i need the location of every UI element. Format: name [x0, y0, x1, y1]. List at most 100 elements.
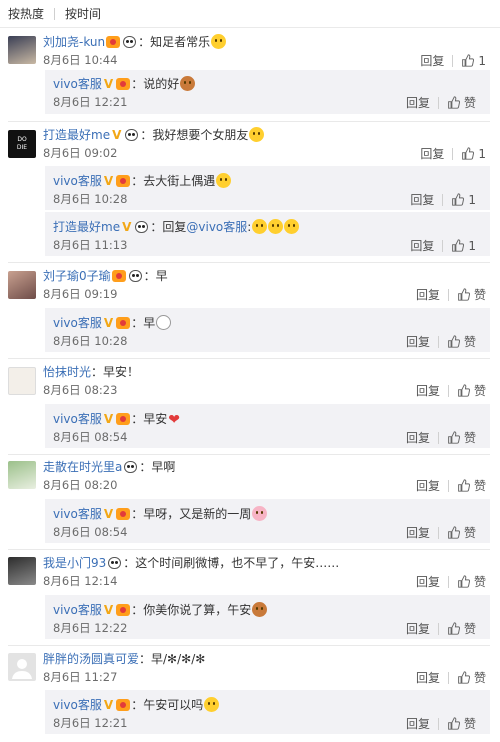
like-button[interactable]: 1 [461, 147, 486, 161]
sort-by-time-tab[interactable]: 按时间 [65, 5, 101, 22]
comment-time: 8月6日 09:19 [43, 287, 118, 301]
reply-username[interactable]: vivo客服 [53, 507, 102, 521]
thumbs-up-icon [452, 193, 465, 206]
reply-username[interactable]: vivo客服 [53, 603, 102, 617]
reply-button[interactable]: 回复 [416, 382, 440, 399]
divider [8, 121, 490, 122]
panda-badge-icon [128, 270, 142, 282]
action-divider [447, 575, 449, 588]
reply-time: 8月6日 08:54 [53, 525, 128, 539]
comment-username[interactable]: 胖胖的汤圆真可爱 [43, 652, 139, 666]
reply-button[interactable]: 回复 [406, 429, 430, 446]
verified-icon: V [103, 698, 114, 712]
verified-icon: V [122, 220, 132, 234]
reply-button[interactable]: 回复 [416, 669, 440, 686]
like-button[interactable]: 1 [451, 193, 476, 207]
action-divider [437, 526, 439, 539]
reply-time: 8月6日 08:54 [53, 430, 128, 444]
like-button[interactable]: 赞 [457, 382, 486, 399]
reply-box: vivo客服 V ：午安可以吗 8月6日 12:21 回复 赞 [45, 690, 490, 734]
like-button[interactable]: 赞 [457, 669, 486, 686]
reply-button[interactable]: 回复 [406, 620, 430, 637]
action-divider [447, 671, 449, 684]
reply-box: vivo客服 V ：说的好 8月6日 12:21 回复 赞 [45, 70, 490, 114]
comment-username[interactable]: 我是小门93 [43, 556, 106, 570]
reply-username[interactable]: 打造最好me [53, 220, 120, 234]
avatar[interactable] [8, 461, 36, 489]
like-button[interactable]: 赞 [447, 94, 476, 111]
divider [8, 262, 490, 263]
action-divider [452, 54, 454, 67]
divider [8, 549, 490, 550]
like-count: 1 [478, 146, 486, 161]
reply-button[interactable]: 回复 [416, 573, 440, 590]
verified-icon: V [112, 128, 122, 142]
crying-laugh-emoji-icon [252, 219, 268, 234]
crying-laugh-emoji-icon [284, 219, 300, 234]
avatar[interactable] [8, 557, 36, 585]
action-divider [452, 147, 454, 160]
like-button[interactable]: 赞 [447, 715, 476, 732]
avatar[interactable] [8, 271, 36, 299]
reply-button[interactable]: 回复 [406, 333, 430, 350]
medal-badge-icon [106, 36, 121, 48]
avatar[interactable]: DO DIE [8, 130, 36, 158]
comment-username[interactable]: 刘加尧-kun [43, 35, 105, 49]
like-count: 1 [468, 192, 476, 207]
heart-icon: ❤ [168, 412, 180, 428]
mention-link[interactable]: @vivo客服 [186, 220, 247, 234]
avatar[interactable] [8, 36, 36, 64]
reply-username[interactable]: vivo客服 [53, 412, 102, 426]
reply-button[interactable]: 回复 [420, 52, 444, 69]
reply-button[interactable]: 回复 [416, 286, 440, 303]
comment-username[interactable]: 怡抹时光 [43, 365, 91, 379]
food-emoji-icon [252, 602, 268, 617]
reply-time: 8月6日 12:22 [53, 621, 128, 635]
smirk-emoji-icon [216, 173, 232, 188]
comment-username[interactable]: 打造最好me [43, 128, 110, 142]
sort-by-hot-tab[interactable]: 按热度 [8, 5, 44, 22]
thumbs-up-icon [448, 335, 460, 348]
reply-username[interactable]: vivo客服 [53, 316, 102, 330]
comment-text: ：这个时间刷微博，也不早了，午安…… [123, 556, 340, 570]
like-button[interactable]: 赞 [457, 286, 486, 303]
medal-badge-icon [116, 699, 131, 711]
food-emoji-icon [180, 76, 196, 91]
reply-button[interactable]: 回复 [406, 94, 430, 111]
like-button[interactable]: 赞 [447, 429, 476, 446]
thumbs-up-icon [458, 288, 470, 301]
like-button[interactable]: 赞 [447, 620, 476, 637]
reply-text: ：早安 [131, 412, 168, 426]
like-button[interactable]: 赞 [447, 524, 476, 541]
comment-username[interactable]: 走散在时光里a [43, 460, 122, 474]
reply-username[interactable]: vivo客服 [53, 698, 102, 712]
reply-username[interactable]: vivo客服 [53, 174, 102, 188]
comment-time: 8月6日 11:27 [43, 670, 118, 684]
thumbs-up-icon [458, 671, 470, 684]
comment-time: 8月6日 08:20 [43, 478, 118, 492]
sort-bar: 按热度 按时间 [0, 0, 500, 28]
comment-username[interactable]: 刘子瑜0子瑜 [43, 269, 111, 283]
avatar[interactable] [8, 367, 36, 395]
medal-badge-icon [116, 508, 131, 520]
smile-emoji-icon [204, 697, 220, 712]
like-button[interactable]: 赞 [447, 333, 476, 350]
reply-button[interactable]: 回复 [406, 715, 430, 732]
like-button[interactable]: 赞 [457, 573, 486, 590]
reply-text: ：午安可以吗 [131, 698, 204, 712]
sort-divider [54, 7, 56, 20]
panda-badge-icon [124, 461, 138, 473]
reply-button[interactable]: 回复 [416, 477, 440, 494]
like-button[interactable]: 1 [451, 239, 476, 253]
avatar[interactable] [8, 653, 36, 681]
comment-text: ：我好想要个女朋友 [140, 128, 249, 142]
reply-button[interactable]: 回复 [410, 237, 434, 254]
reply-box: vivo客服 V ：去大街上偶遇 8月6日 10:28 回复 1 [45, 166, 490, 210]
reply-time: 8月6日 10:28 [53, 192, 128, 206]
reply-button[interactable]: 回复 [406, 524, 430, 541]
like-button[interactable]: 1 [461, 54, 486, 68]
reply-username[interactable]: vivo客服 [53, 77, 102, 91]
like-button[interactable]: 赞 [457, 477, 486, 494]
reply-button[interactable]: 回复 [420, 145, 444, 162]
reply-button[interactable]: 回复 [410, 191, 434, 208]
